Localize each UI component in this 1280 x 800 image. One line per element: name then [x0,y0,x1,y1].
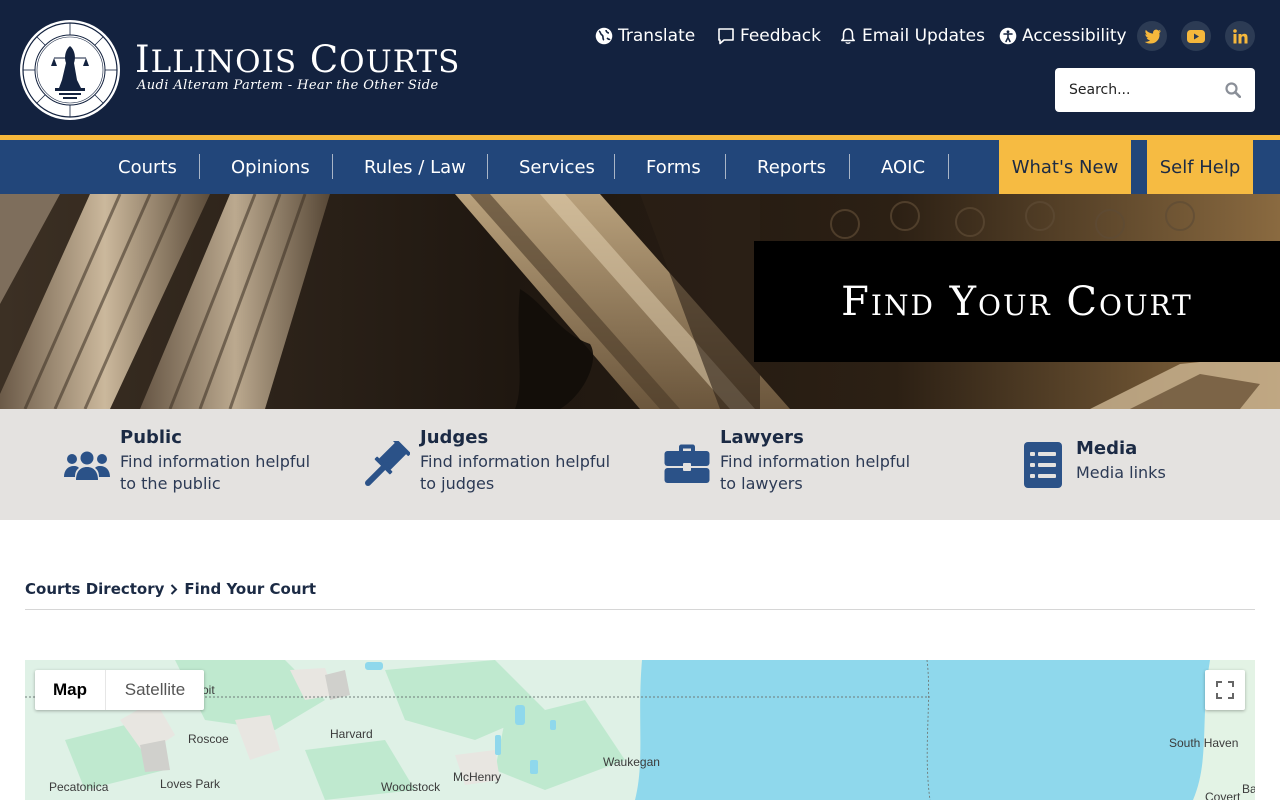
nav-divider [725,154,726,179]
map-type-control: Map Satellite [35,670,204,710]
self-help-button[interactable]: Self Help [1147,140,1253,194]
breadcrumb-current: Find Your Court [184,580,317,598]
nav-reports[interactable]: Reports [757,140,826,194]
audience-media[interactable]: Media Media links [1024,409,1224,520]
page-title: Find Your Court [841,278,1193,325]
chevron-right-icon [171,583,178,595]
linkedin-icon [1232,28,1247,43]
youtube-icon [1187,29,1205,43]
nav-forms[interactable]: Forms [646,140,701,194]
map-label: Loves Park [160,777,221,791]
speech-bubble-icon [718,28,734,45]
map-label: Roscoe [188,732,229,746]
audience-title: Lawyers [720,427,804,448]
accessibility-icon [999,27,1017,45]
audience-lawyers[interactable]: Lawyers Find information helpful to lawy… [664,409,924,520]
hero-banner: Find Your Court [0,194,1280,409]
nav-divider [332,154,333,179]
breadcrumb-courts-directory[interactable]: Courts Directory [25,580,164,598]
audience-links: Public Find information helpful to the p… [0,409,1280,520]
audience-judges[interactable]: Judges Find information helpful to judge… [364,409,624,520]
site-tagline: Audi Alteram Partem - Hear the Other Sid… [137,78,439,93]
fullscreen-icon [1216,681,1234,699]
nav-divider [614,154,615,179]
email-updates-link[interactable]: Email Updates [839,25,985,47]
map-label: Harvard [330,727,373,741]
audience-description: Media links [1076,463,1166,482]
nav-divider [948,154,949,179]
search-box [1055,68,1255,112]
site-header: ILLINOIS COURTS Audi Alteram Partem - He… [0,0,1280,135]
audience-description: Find information helpful to lawyers [720,452,911,493]
map-label: Pecatonica [49,780,109,794]
search-input[interactable] [1069,70,1229,110]
twitter-link[interactable] [1137,21,1167,51]
audience-title: Public [120,427,182,448]
nav-aoic[interactable]: AOIC [881,140,925,194]
court-map[interactable]: Roscoe Harvard Pecatonica Loves Park Woo… [25,660,1255,800]
nav-rules-law[interactable]: Rules / Law [364,140,466,194]
map-label: Woodstock [381,780,441,794]
audience-title: Judges [420,427,489,448]
audience-description: Find information helpful to the public [120,452,311,493]
briefcase-icon [664,444,710,483]
gavel-icon [365,441,410,486]
map-label: Covert [1205,790,1241,800]
search-icon[interactable] [1225,82,1241,98]
accessibility-label: Accessibility [1022,26,1127,46]
breadcrumb: Courts Directory Find Your Court [25,580,316,598]
hero-title-box: Find Your Court [754,241,1280,362]
map-type-map-button[interactable]: Map [35,670,105,710]
list-icon [1024,442,1062,488]
nav-opinions[interactable]: Opinions [231,140,310,194]
map-label: South Haven [1169,736,1239,750]
audience-title: Media [1076,438,1138,459]
divider [25,609,1255,610]
users-icon [64,451,110,480]
main-navigation: Courts Opinions Rules / Law Services For… [0,140,1280,194]
nav-courts[interactable]: Courts [118,140,177,194]
nav-divider [849,154,850,179]
feedback-link[interactable]: Feedback [717,25,821,47]
map-label: McHenry [453,770,502,784]
twitter-icon [1144,29,1161,44]
map-label: Waukegan [603,755,660,769]
map-label: Ba [1242,782,1255,796]
site-title[interactable]: ILLINOIS COURTS [135,38,460,81]
bell-icon [841,28,855,44]
nav-divider [199,154,200,179]
nav-services[interactable]: Services [519,140,595,194]
nav-divider [487,154,488,179]
audience-description: Find information helpful to judges [420,452,611,493]
map-type-satellite-button[interactable]: Satellite [105,670,204,710]
translate-link[interactable]: Translate [595,25,695,47]
supreme-court-seal-logo[interactable] [19,18,121,122]
feedback-label: Feedback [740,26,821,46]
linkedin-link[interactable] [1225,21,1255,51]
accessibility-link[interactable]: Accessibility [999,25,1127,47]
audience-public[interactable]: Public Find information helpful to the p… [64,409,324,520]
youtube-link[interactable] [1181,21,1211,51]
email-updates-label: Email Updates [862,26,985,46]
whats-new-button[interactable]: What's New [999,140,1131,194]
globe-icon [595,27,613,45]
translate-label: Translate [618,26,696,46]
fullscreen-button[interactable] [1205,670,1245,710]
